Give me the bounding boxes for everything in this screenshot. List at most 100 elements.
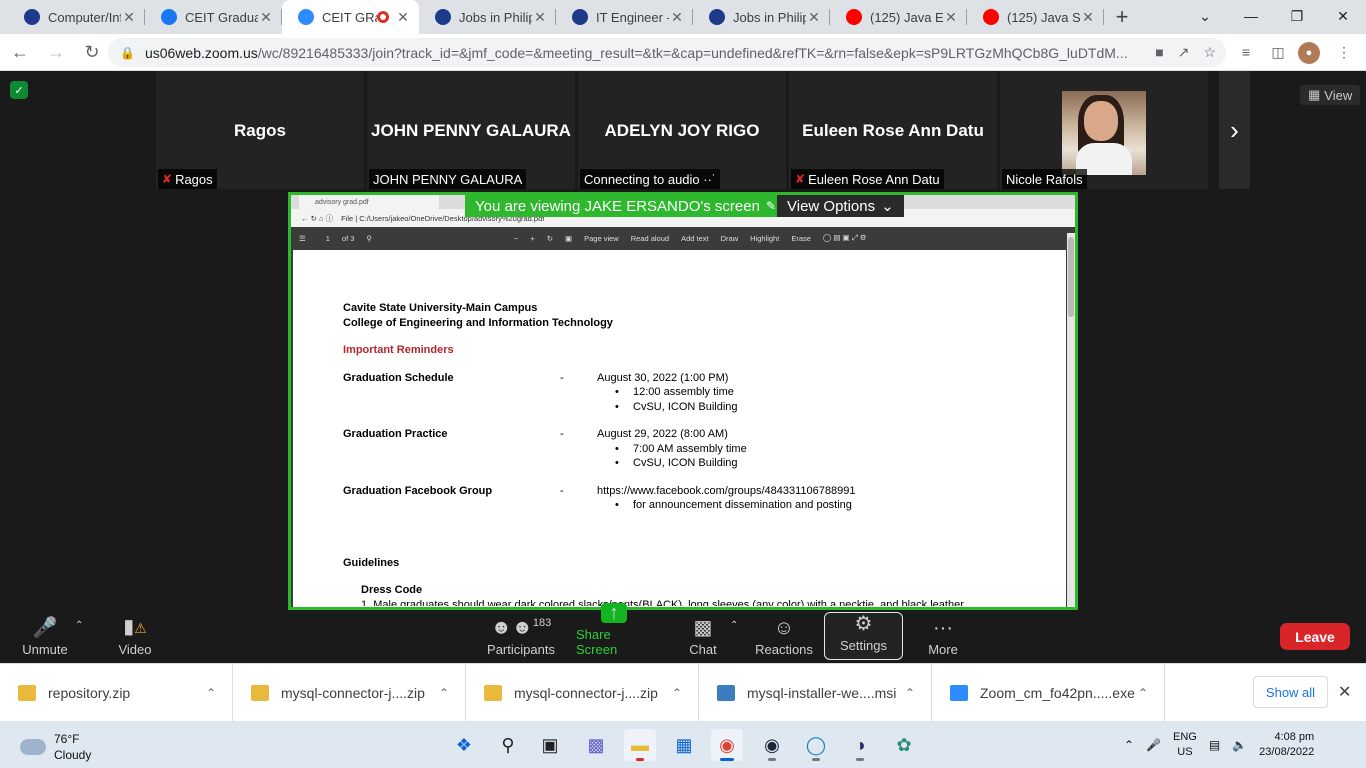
restore-button[interactable]: ❐ — [1274, 0, 1320, 32]
minimize-button[interactable]: — — [1228, 0, 1274, 32]
chevron-up-icon[interactable]: ⌃ — [206, 686, 216, 700]
unmute-button[interactable]: 🎤 Unmute — [20, 610, 70, 663]
task-view-icon[interactable]: ▣ — [534, 729, 566, 761]
edge-icon — [435, 9, 451, 25]
back-button[interactable]: ← — [4, 36, 36, 68]
video-label: Video — [118, 642, 152, 657]
ms-store-icon[interactable]: ▦ — [668, 729, 700, 761]
doc-facebook-bullet-1: for announcement dissemination and posti… — [615, 499, 852, 511]
chrome-menu-icon[interactable]: ⋮ — [1330, 38, 1358, 66]
participant-label-text: Connecting to audio ··˙ — [584, 171, 717, 187]
eclipse-icon[interactable]: ◑ — [844, 729, 876, 761]
close-tab-icon[interactable]: ✕ — [943, 9, 959, 26]
reactions-button[interactable]: ☺ Reactions — [755, 610, 813, 663]
close-window-button[interactable]: ✕ — [1320, 0, 1366, 32]
start-icon[interactable]: ❖ — [448, 729, 480, 761]
tray-overflow-icon[interactable]: ⌃ — [1124, 738, 1134, 752]
teams-chat-icon[interactable]: ▩ — [580, 729, 612, 761]
share-icon[interactable]: ↗ — [1178, 44, 1190, 61]
forward-button[interactable]: → — [40, 36, 72, 68]
show-all-button[interactable]: Show all — [1253, 676, 1328, 708]
browser-tab[interactable]: (125) Java Ecl✕ — [830, 0, 967, 34]
file-explorer-icon[interactable]: ▬ — [624, 729, 656, 761]
omnibox[interactable]: 🔒 us06web.zoom.us/wc/89216485333/join?tr… — [108, 38, 1226, 67]
mysql-workbench-icon[interactable]: ✿ — [888, 729, 920, 761]
download-item[interactable]: mysql-connector-j....zip ⌃ — [466, 663, 699, 722]
shared-screen[interactable]: advisory grad.pdf ← ↻ ⌂ ⓘ File | C:/User… — [288, 192, 1078, 610]
lock-icon[interactable]: 🔒 — [120, 46, 135, 60]
participant-tile[interactable]: Nicole Rafols — [1000, 71, 1208, 189]
participant-tile[interactable]: ADELYN JOY RIGO Connecting to audio ··˙ — [578, 71, 786, 189]
chevron-up-icon[interactable]: ⌃ — [439, 686, 449, 700]
share-screen-button[interactable]: ↑ Share Screen — [576, 603, 652, 663]
pdf-scroll-thumb[interactable] — [1068, 237, 1074, 317]
browser-tab[interactable]: Computer/Inf ✕ — [8, 0, 145, 34]
download-item[interactable]: mysql-connector-j....zip ⌃ — [233, 663, 466, 722]
participants-button[interactable]: ☻☻183 Participants — [484, 610, 558, 663]
download-item[interactable]: repository.zip ⌃ — [0, 663, 233, 722]
close-shelf-icon[interactable]: ✕ — [1338, 682, 1351, 702]
chevron-up-icon[interactable]: ⌃ — [672, 686, 682, 700]
download-item[interactable]: Zoom_cm_fo42pn.....exe ⌃ — [932, 663, 1165, 722]
video-button[interactable]: ▮⚠ Video — [110, 610, 160, 663]
browser-tab[interactable]: IT Engineer - ✕ — [556, 0, 693, 34]
side-panel-icon[interactable]: ◫ — [1264, 38, 1292, 66]
encryption-shield-icon[interactable]: ✓ — [10, 81, 28, 99]
running-indicator — [856, 758, 864, 761]
download-item[interactable]: mysql-installer-we....msi ⌃ — [699, 663, 932, 722]
microphone-icon[interactable]: 🎤 — [1146, 738, 1161, 752]
reload-button[interactable]: ↻ — [76, 36, 108, 68]
media-control-icon[interactable]: ≡ — [1232, 38, 1260, 66]
clock[interactable]: 4:08 pm 23/08/2022 — [1259, 730, 1314, 760]
participant-tile[interactable]: Euleen Rose Ann Datu ✘ Euleen Rose Ann Dat… — [789, 71, 997, 189]
close-tab-icon[interactable]: ✕ — [258, 9, 274, 26]
doc-guidelines: Guidelines — [343, 557, 400, 569]
tab-title: Jobs in Philipp — [459, 9, 532, 25]
steam-icon[interactable]: ◉ — [756, 729, 788, 761]
close-tab-icon[interactable]: ✕ — [121, 9, 137, 26]
network-icon[interactable]: ▤ — [1209, 738, 1220, 752]
edge-icon[interactable]: ◯ — [800, 729, 832, 761]
view-button[interactable]: ▦ View — [1300, 85, 1361, 105]
bookmark-star-icon[interactable]: ☆ — [1203, 44, 1216, 61]
close-tab-icon[interactable]: ✕ — [532, 9, 548, 26]
pdf-scrollbar[interactable] — [1067, 233, 1075, 607]
participant-tile[interactable]: Ragos ✘ Ragos — [156, 71, 364, 189]
lang-code: ENG — [1173, 730, 1197, 743]
chat-options-caret-icon[interactable]: ⌃ — [730, 620, 738, 631]
view-options-button[interactable]: View Options ⌄ — [777, 195, 904, 217]
close-tab-icon[interactable]: ✕ — [669, 9, 685, 26]
close-tab-icon[interactable]: ✕ — [395, 9, 411, 26]
language-indicator[interactable]: ENG US — [1173, 730, 1197, 760]
close-tab-icon[interactable]: ✕ — [806, 9, 822, 26]
participant-tile[interactable]: JOHN PENNY GALAURA JOHN PENNY GALAURA — [367, 71, 575, 189]
browser-tab[interactable]: CEIT Graduati✕ — [145, 0, 282, 34]
browser-tab[interactable]: (125) Java Sin✕ — [967, 0, 1104, 34]
weather-widget[interactable]: 76°F Cloudy — [20, 731, 91, 763]
settings-button[interactable]: ⚙ Settings — [824, 612, 903, 660]
leave-button[interactable]: Leave — [1280, 623, 1350, 650]
audio-options-caret-icon[interactable]: ⌃ — [75, 620, 83, 631]
close-tab-icon[interactable]: ✕ — [1080, 9, 1096, 26]
chrome-icon[interactable]: ◉ — [711, 729, 743, 761]
search-icon[interactable]: ⚲ — [492, 729, 524, 761]
new-tab-button[interactable]: + — [1104, 0, 1140, 34]
profile-avatar[interactable]: ● — [1298, 42, 1320, 64]
browser-tab[interactable]: Jobs in Philipp✕ — [419, 0, 556, 34]
chevron-up-icon[interactable]: ⌃ — [905, 686, 915, 700]
camera-blocked-icon[interactable]: ■ — [1155, 44, 1163, 61]
show-all-label: Show all — [1265, 684, 1316, 700]
participant-name-label: ✘ Euleen Rose Ann Datu — [791, 169, 944, 189]
chat-button[interactable]: ▩ Chat — [685, 610, 721, 663]
browser-tab[interactable]: Jobs in Philipp✕ — [693, 0, 830, 34]
contents-icon: ☰ — [299, 233, 306, 243]
participant-name-label: ✘ Ragos — [158, 169, 217, 189]
tab-search-icon[interactable]: ⌄ — [1182, 0, 1228, 32]
volume-icon[interactable]: 🔈 — [1232, 738, 1247, 752]
participant-display-name: Ragos — [234, 121, 286, 140]
chevron-up-icon[interactable]: ⌃ — [1138, 686, 1148, 700]
next-page-chevron-icon[interactable]: › — [1219, 71, 1250, 189]
url-text[interactable]: us06web.zoom.us/wc/89216485333/join?trac… — [145, 45, 1155, 61]
more-button[interactable]: ··· More — [925, 610, 961, 663]
browser-tab[interactable]: CEIT GRa ✕ — [282, 0, 419, 34]
